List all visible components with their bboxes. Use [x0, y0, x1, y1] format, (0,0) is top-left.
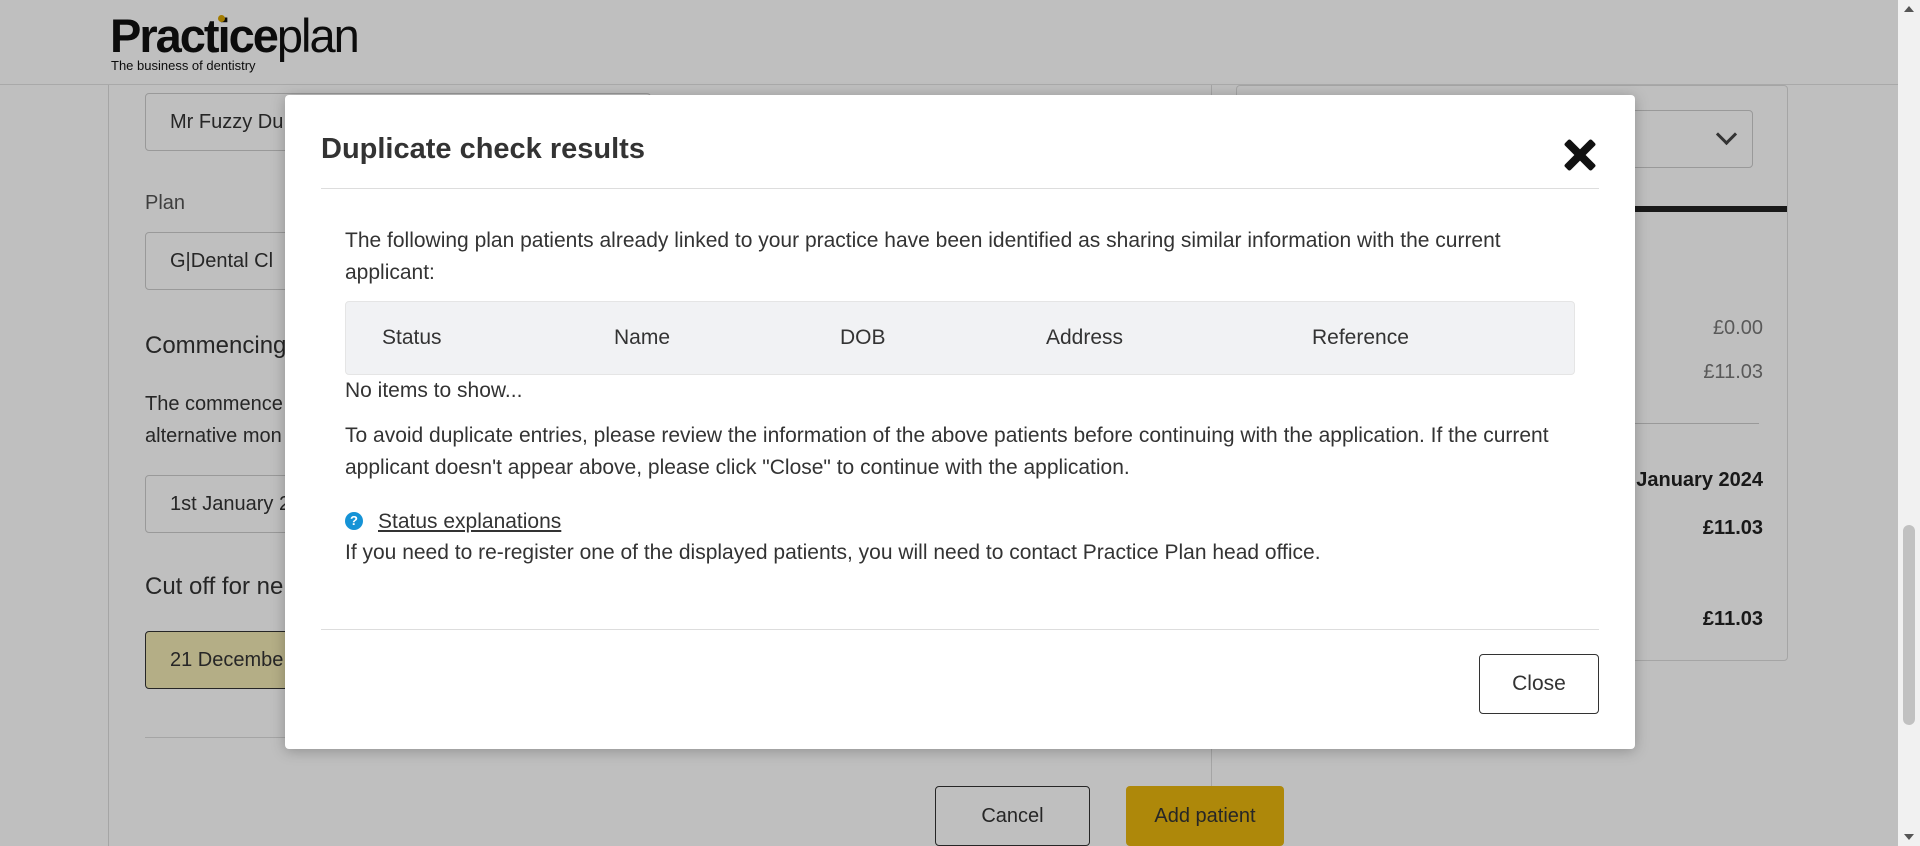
- scroll-thumb[interactable]: [1903, 525, 1915, 725]
- contact-head-office-text: If you need to re-register one of the di…: [345, 541, 1321, 564]
- modal-title: Duplicate check results: [321, 133, 645, 165]
- column-header-dob: DOB: [840, 326, 886, 349]
- scroll-down-arrow-icon[interactable]: [1904, 834, 1914, 840]
- page-scrollbar[interactable]: [1898, 0, 1920, 846]
- question-circle-icon: ?: [345, 512, 363, 530]
- column-header-address: Address: [1046, 326, 1124, 349]
- modal-intro-text: The following plan patients already link…: [345, 229, 1501, 284]
- status-explanations-link[interactable]: Status explanations: [378, 510, 561, 534]
- close-button[interactable]: Close: [1479, 654, 1599, 714]
- close-icon[interactable]: [1564, 139, 1596, 171]
- duplicate-check-modal: Duplicate check results The following pl…: [285, 95, 1635, 749]
- column-header-name: Name: [614, 326, 671, 349]
- duplicate-advice-text: To avoid duplicate entries, please revie…: [345, 424, 1549, 479]
- modal-footer-divider: [321, 629, 1599, 630]
- column-header-reference: Reference: [1312, 326, 1409, 349]
- column-header-status: Status: [382, 326, 442, 349]
- modal-header-divider: [321, 188, 1599, 189]
- scroll-up-arrow-icon[interactable]: [1904, 6, 1914, 12]
- empty-table-message: No items to show...: [345, 379, 523, 402]
- duplicates-table-header: Status Name DOB Address Reference: [345, 301, 1575, 375]
